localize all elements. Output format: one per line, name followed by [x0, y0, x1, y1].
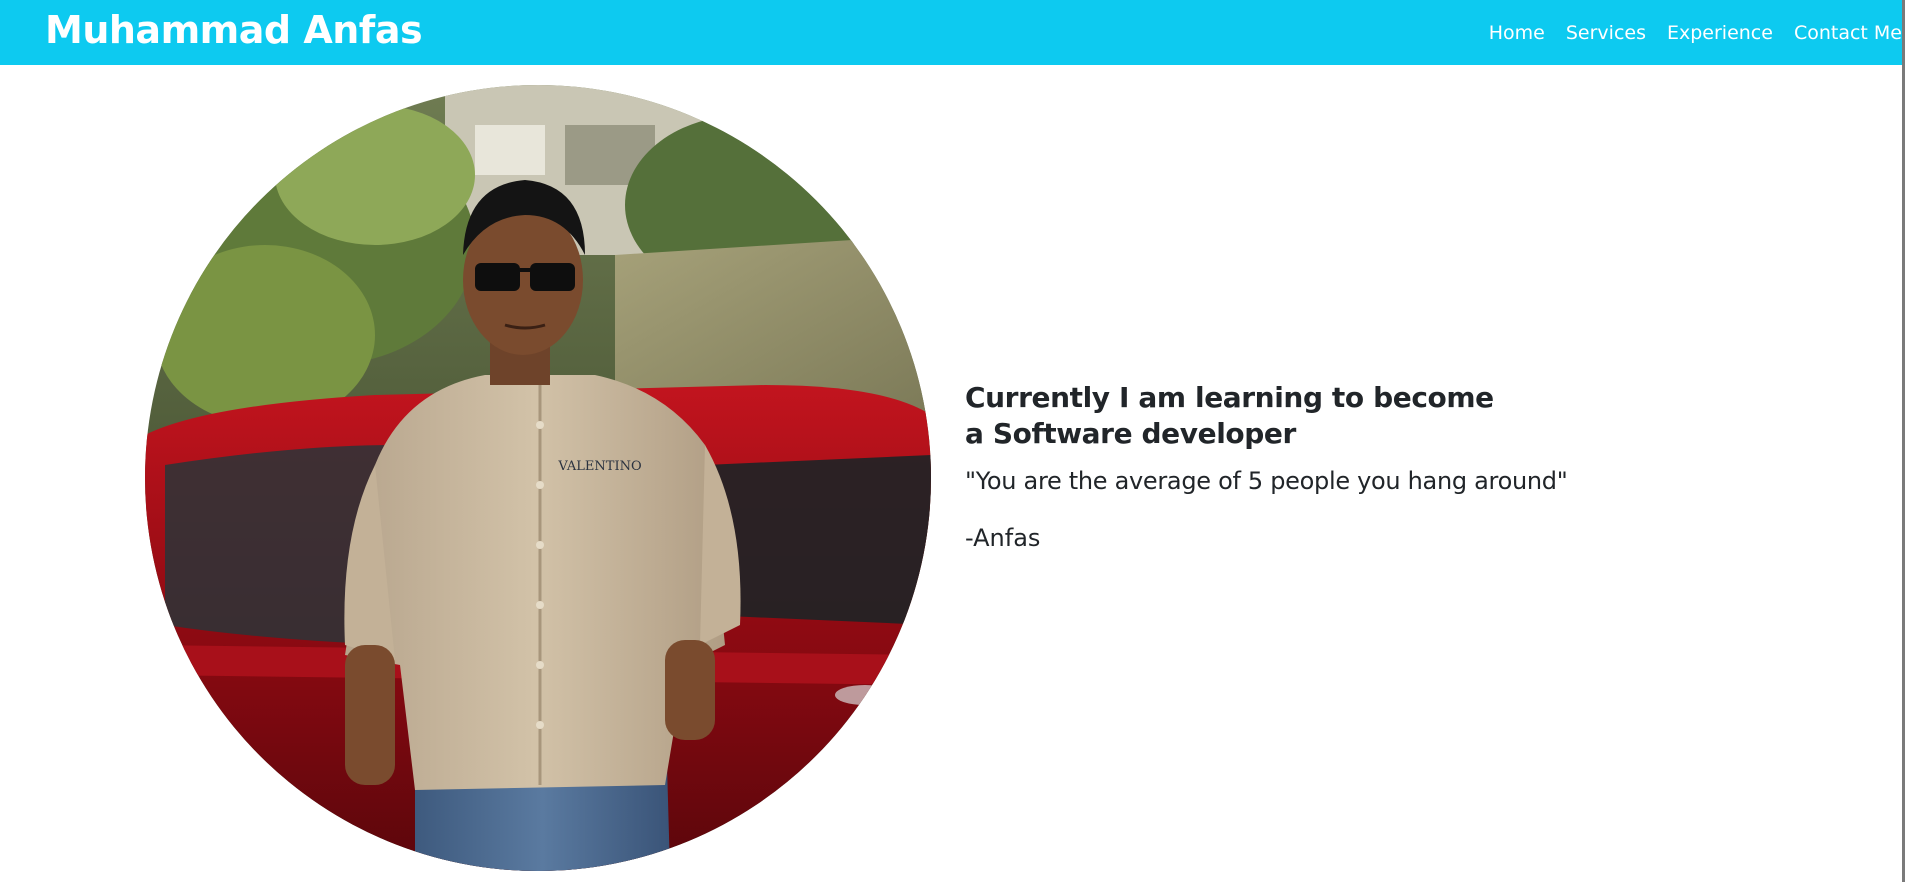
navbar: Muhammad Anfas Home Services Experience …: [0, 0, 1902, 65]
brand-logo[interactable]: Muhammad Anfas: [45, 8, 423, 52]
hero-heading-line1: Currently I am learning to become: [965, 381, 1494, 414]
nav-link-experience[interactable]: Experience: [1667, 22, 1773, 44]
hero-text: Currently I am learning to become a Soft…: [965, 380, 1665, 554]
nav-links: Home Services Experience Contact Me: [1489, 0, 1902, 65]
nav-link-services[interactable]: Services: [1566, 22, 1646, 44]
hero-quote: "You are the average of 5 people you han…: [965, 467, 1568, 495]
nav-link-contact[interactable]: Contact Me: [1794, 22, 1902, 44]
hero-heading-line2: a Software developer: [965, 417, 1296, 450]
nav-link-home[interactable]: Home: [1489, 22, 1545, 44]
hero-heading: Currently I am learning to become a Soft…: [965, 380, 1665, 452]
shirt-logo: VALENTINO: [557, 459, 641, 474]
hero-author: -Anfas: [965, 524, 1041, 552]
profile-photo: VALENTINO: [145, 85, 931, 871]
